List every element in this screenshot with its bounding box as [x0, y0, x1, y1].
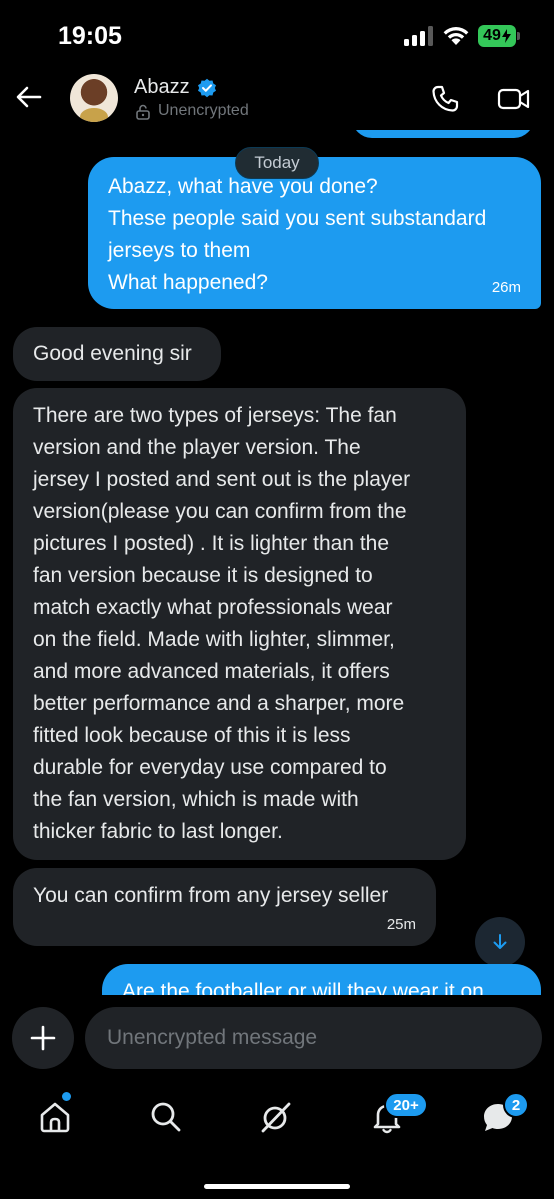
message-timestamp: 25m — [386, 916, 416, 933]
cellular-signal-icon — [404, 26, 434, 46]
status-bar: 19:05 49 — [0, 0, 554, 70]
wifi-icon — [443, 27, 469, 45]
message-text-line: fitted look because of this it is less — [33, 724, 351, 747]
lock-open-icon — [136, 104, 150, 120]
message-input[interactable] — [85, 1007, 542, 1069]
search-icon — [151, 1102, 181, 1132]
home-indicator — [204, 1184, 350, 1189]
back-arrow-icon[interactable] — [14, 82, 44, 112]
encryption-status: Unencrypted — [158, 102, 249, 119]
contact-avatar[interactable] — [70, 74, 118, 122]
message-text-line: on the field. Made with lighter, slimmer… — [33, 628, 395, 651]
message-text: Good evening sir — [33, 342, 192, 365]
date-separator: Today — [235, 147, 319, 179]
status-time: 19:05 — [58, 22, 122, 50]
nav-search[interactable] — [136, 1092, 196, 1142]
conversation-header: Abazz Unencrypted — [0, 70, 554, 130]
message-thread[interactable]: Today Abazz, what have you done? These p… — [0, 130, 554, 995]
contact-name[interactable]: Abazz — [134, 76, 190, 99]
message-text-line: fan version because it is designed to — [33, 564, 373, 587]
message-text-line: and more advanced materials, it offers — [33, 660, 390, 683]
message-bubble-outgoing[interactable]: Are the footballer or will they wear it … — [102, 964, 541, 995]
message-text-line: version(please you can confirm from the — [33, 500, 407, 523]
home-icon — [40, 1102, 70, 1133]
message-text-line: the fan version, which is made with — [33, 788, 359, 811]
battery-indicator: 49 — [478, 25, 516, 47]
verified-badge-icon — [198, 78, 216, 98]
message-text: You can confirm from any jersey seller — [33, 884, 389, 907]
message-text-line: version and the player version. The — [33, 436, 361, 459]
message-text-line: Abazz, what have you done? — [108, 175, 378, 198]
battery-cap — [517, 32, 520, 40]
video-call-icon[interactable] — [497, 84, 531, 114]
message-bubble-incoming[interactable]: Good evening sir — [13, 327, 221, 381]
message-text-line: durable for everyday use compared to — [33, 756, 387, 779]
plus-icon — [30, 1025, 56, 1051]
message-text-line: These people said you sent substandard — [108, 207, 487, 230]
previous-message-bubble[interactable] — [352, 130, 534, 138]
home-unread-dot — [62, 1092, 71, 1101]
arrow-down-icon — [493, 934, 507, 949]
message-text-line: pictures I posted) . It is lighter than … — [33, 532, 390, 555]
battery-level: 49 — [483, 27, 501, 44]
nav-grok[interactable] — [246, 1092, 306, 1142]
message-text-line: thicker fabric to last longer. — [33, 820, 283, 843]
message-text-line: better performance and a sharper, more — [33, 692, 405, 715]
message-text-line: What happened? — [108, 271, 268, 294]
message-text-line: jerseys to them — [108, 239, 251, 262]
message-composer — [0, 995, 554, 1080]
message-bubble-incoming[interactable]: There are two types of jerseys: The fan … — [13, 388, 466, 860]
bottom-navigation: 20+ 2 — [0, 1080, 554, 1199]
message-bubble-incoming[interactable]: You can confirm from any jersey seller 2… — [13, 868, 436, 946]
scroll-to-bottom-button[interactable] — [475, 917, 525, 967]
notifications-badge: 20+ — [384, 1092, 428, 1118]
nav-home[interactable] — [25, 1092, 85, 1142]
charging-bolt-icon — [501, 29, 511, 43]
message-text-line: There are two types of jerseys: The fan — [33, 404, 397, 427]
messages-badge: 2 — [503, 1092, 529, 1118]
phone-call-icon[interactable] — [430, 84, 460, 114]
message-timestamp: 26m — [491, 279, 521, 296]
message-text: Are the footballer or will they wear it … — [122, 980, 484, 995]
grok-icon — [261, 1102, 291, 1133]
message-text-line: jersey I posted and sent out is the play… — [33, 468, 411, 491]
message-text-line: match exactly what professionals wear — [33, 596, 393, 619]
add-attachment-button[interactable] — [12, 1007, 74, 1069]
message-bubble-outgoing[interactable]: Abazz, what have you done? These people … — [88, 157, 541, 309]
